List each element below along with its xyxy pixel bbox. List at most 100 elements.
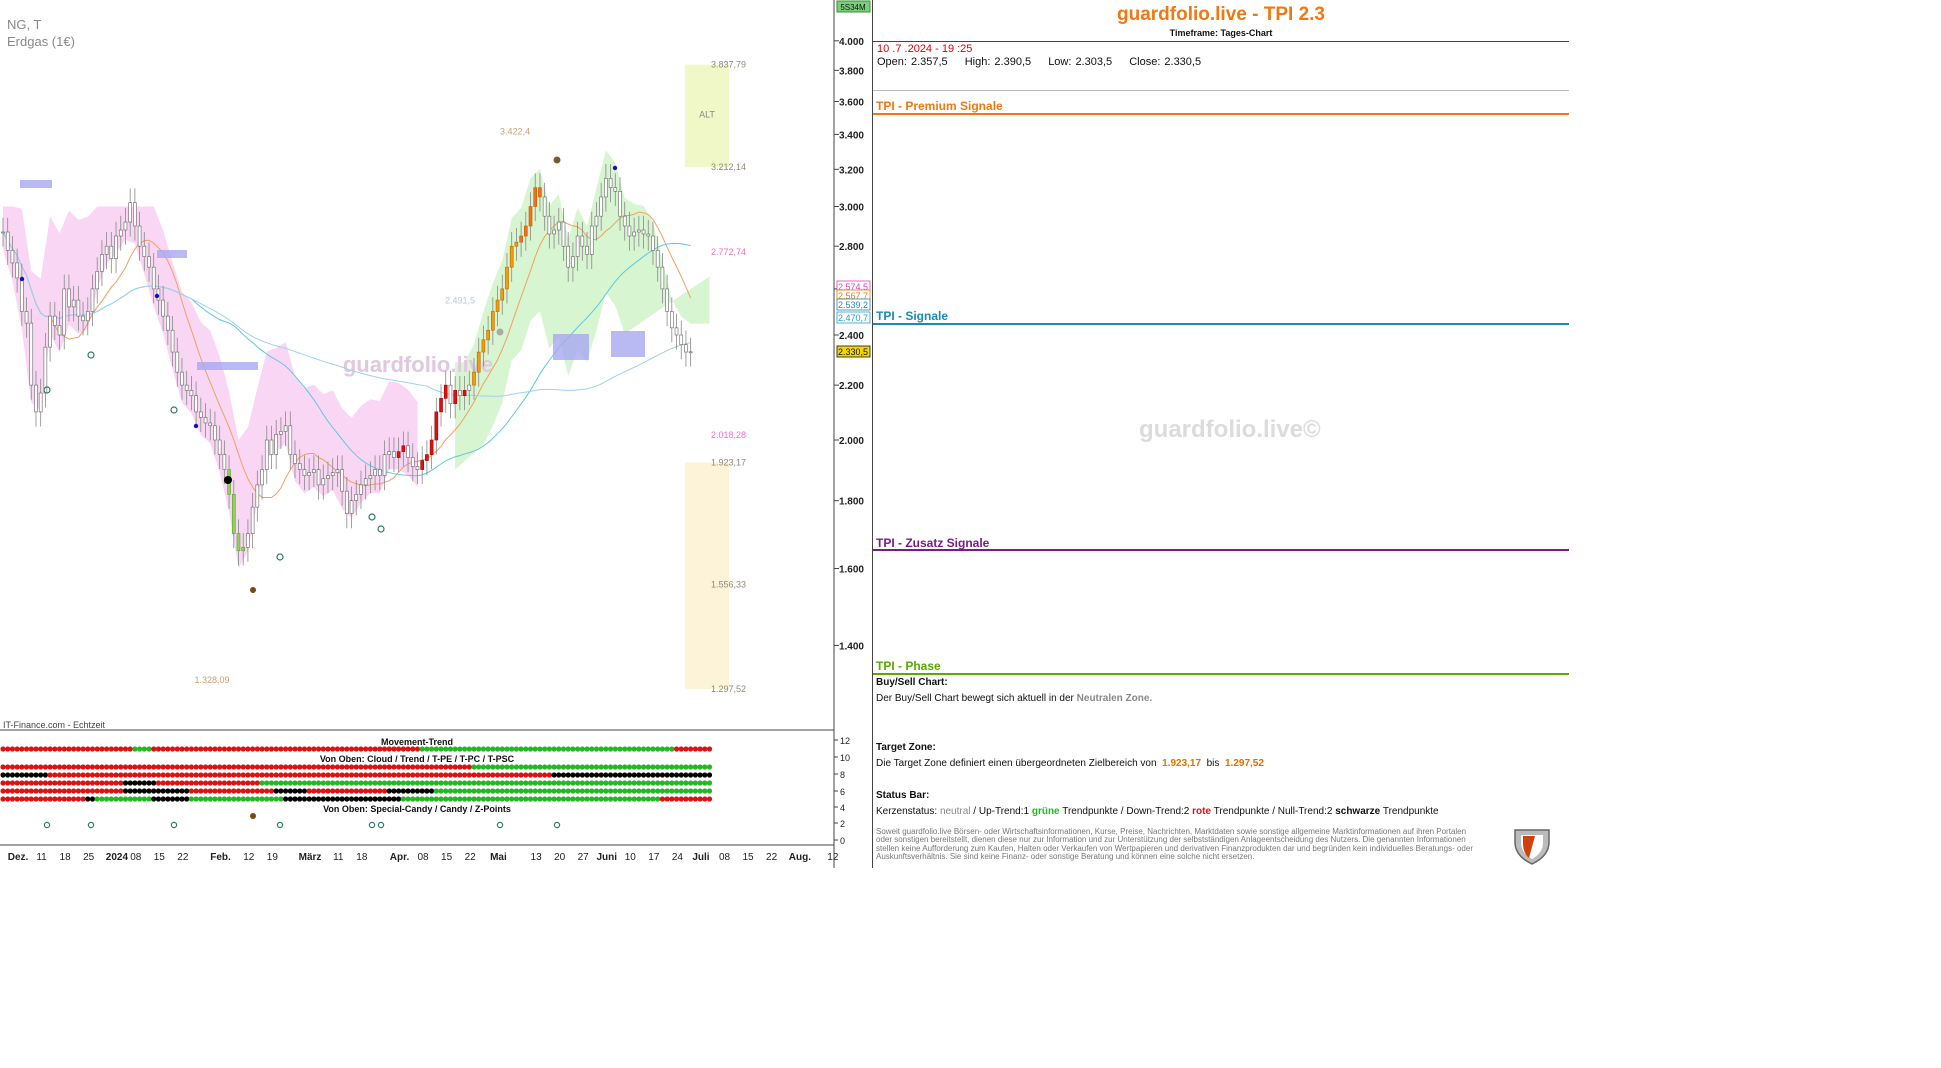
- status-dot: [212, 746, 218, 752]
- status-dot: [85, 788, 91, 794]
- candle: [137, 225, 142, 247]
- status-dot: [650, 780, 656, 786]
- status-dot: [560, 764, 567, 770]
- candle: [495, 299, 500, 312]
- status-dot: [315, 796, 322, 802]
- status-dot: [94, 796, 100, 802]
- status-dot: [9, 780, 16, 786]
- status-dot: [358, 764, 364, 770]
- status-dot: [287, 796, 293, 802]
- candle: [538, 187, 542, 198]
- status-dot: [127, 796, 133, 802]
- indicator-label: 2.018,28: [711, 430, 746, 440]
- price-chart[interactable]: ALT guardfolio.live 3.422,4 1.328,09 2.491,5…: [0, 0, 872, 868]
- y-tick-label: 3.000: [839, 202, 864, 213]
- status-dot: [5, 780, 11, 786]
- y-tick-label: 4.000: [839, 37, 864, 48]
- candle: [509, 245, 514, 268]
- status-dot: [414, 746, 421, 752]
- status-dot: [344, 796, 350, 802]
- candle: [297, 463, 302, 470]
- status-dot: [410, 772, 416, 778]
- status-dot: [414, 764, 421, 770]
- candle: [674, 327, 679, 336]
- status-dot: [447, 780, 454, 786]
- alt-zone-label: ALT: [699, 110, 715, 120]
- candle: [264, 439, 269, 470]
- candle: [481, 339, 486, 353]
- candle: [665, 288, 669, 312]
- candle: [203, 417, 208, 424]
- status-dot: [636, 764, 642, 770]
- status-dot: [476, 788, 482, 794]
- status-dot: [645, 772, 651, 778]
- status-dot: [122, 796, 129, 802]
- status-dot: [235, 788, 242, 794]
- x-tick-label: 15: [154, 852, 166, 863]
- status-dot: [66, 780, 72, 786]
- status-dot: [659, 780, 666, 786]
- low-label: Low:: [1048, 56, 1072, 68]
- status-dot: [193, 764, 199, 770]
- status-dot: [136, 764, 143, 770]
- status-dot: [391, 780, 397, 786]
- status-dot: [325, 772, 331, 778]
- blue-dot: [612, 165, 618, 171]
- status-dot: [584, 764, 590, 770]
- status-dot: [598, 772, 604, 778]
- status-dot: [132, 780, 138, 786]
- status-dot: [452, 788, 458, 794]
- status-dot: [386, 780, 392, 786]
- status-dot: [622, 796, 628, 802]
- status-dot: [504, 780, 510, 786]
- status-dot: [396, 780, 402, 786]
- candle: [500, 288, 505, 301]
- status-dot: [537, 796, 543, 802]
- status-dot: [330, 788, 336, 794]
- status-dot: [429, 780, 435, 786]
- status-dot: [136, 746, 143, 752]
- status-dot: [659, 796, 666, 802]
- status-dot: [480, 788, 487, 794]
- status-dot: [47, 764, 53, 770]
- status-dot: [429, 796, 435, 802]
- candle: [29, 322, 34, 386]
- status-dot: [490, 772, 496, 778]
- status-dot: [688, 788, 694, 794]
- status-dot: [589, 796, 595, 802]
- status-dot: [188, 788, 194, 794]
- status-dot: [367, 788, 373, 794]
- status-dot: [198, 772, 204, 778]
- status-dot: [348, 788, 355, 794]
- status-dot: [678, 772, 684, 778]
- status-dot: [259, 764, 265, 770]
- status-dot: [443, 796, 449, 802]
- status-dot: [593, 788, 600, 794]
- status-dot: [47, 796, 53, 802]
- candle: [104, 245, 109, 255]
- candle: [547, 215, 552, 235]
- status-dot: [429, 772, 435, 778]
- status-dot: [377, 764, 383, 770]
- status-dot: [56, 746, 63, 752]
- status-dot: [179, 746, 185, 752]
- candle: [5, 231, 10, 251]
- target-zone: [685, 462, 729, 690]
- status-dot: [174, 746, 180, 752]
- status-dot: [419, 764, 425, 770]
- candle: [24, 311, 29, 324]
- candle: [316, 469, 321, 486]
- status-dot: [71, 788, 77, 794]
- status-dot: [339, 746, 345, 752]
- status-dot: [56, 772, 63, 778]
- status-dot: [622, 764, 628, 770]
- status-dot: [579, 772, 585, 778]
- status-dot: [476, 780, 482, 786]
- status-dot: [231, 796, 237, 802]
- status-dot: [400, 764, 406, 770]
- candle: [410, 457, 415, 467]
- status-dot: [381, 764, 388, 770]
- status-dot: [476, 746, 482, 752]
- status-dot: [589, 772, 595, 778]
- status-dot: [598, 764, 604, 770]
